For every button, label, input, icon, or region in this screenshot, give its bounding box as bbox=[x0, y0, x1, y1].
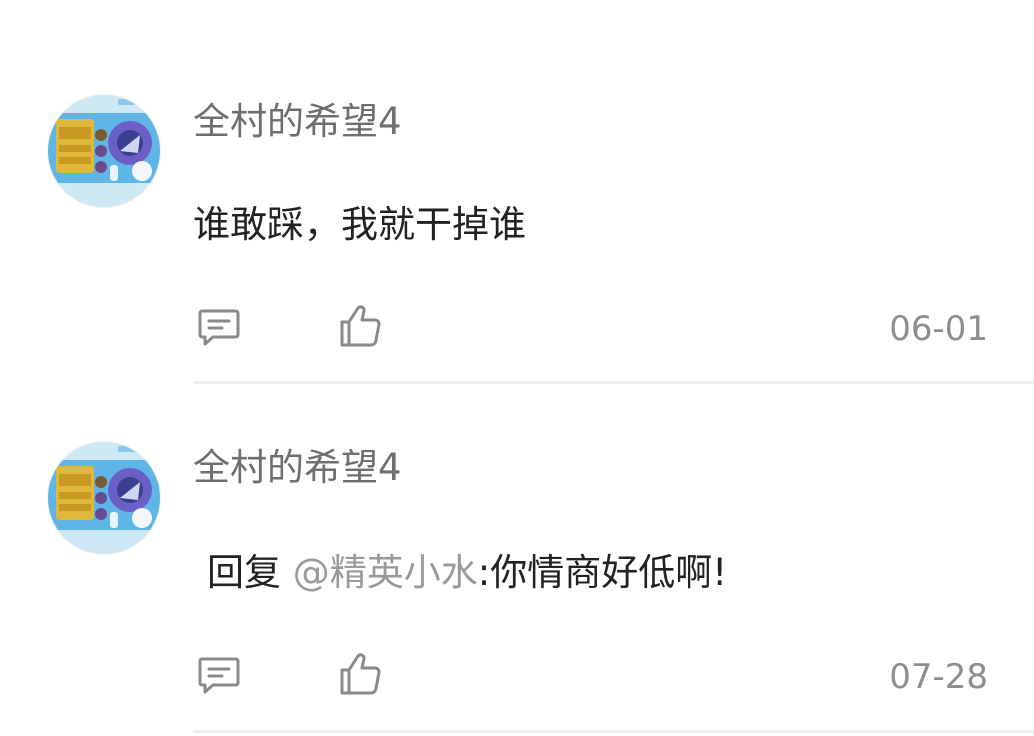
comment-text: 回复 @精英小水:你情商好低啊! bbox=[207, 549, 727, 597]
reply-button[interactable] bbox=[195, 302, 243, 350]
game-screenshot-avatar-icon bbox=[48, 442, 160, 554]
comment-bubble-icon bbox=[198, 309, 240, 346]
thumbs-up-icon bbox=[340, 305, 381, 347]
comment-item: 全村的希望4 回复 @精英小水:你情商好低啊! 07-28 bbox=[0, 384, 1034, 736]
like-button[interactable] bbox=[336, 650, 384, 698]
comment-date: 06-01 bbox=[889, 309, 988, 349]
comment-item: 全村的希望4 谁敢踩，我就干掉谁 06-01 bbox=[0, 0, 1034, 384]
reply-button[interactable] bbox=[195, 650, 243, 698]
divider bbox=[193, 730, 1034, 733]
reply-prefix: 回复 bbox=[207, 551, 281, 594]
username[interactable]: 全村的希望4 bbox=[193, 446, 402, 490]
comment-bubble-icon bbox=[198, 657, 240, 694]
comment-text: 谁敢踩，我就干掉谁 bbox=[193, 203, 526, 246]
avatar[interactable] bbox=[47, 94, 161, 208]
game-screenshot-avatar-icon bbox=[48, 95, 160, 207]
reply-text: :你情商好低啊! bbox=[477, 551, 728, 594]
like-button[interactable] bbox=[336, 302, 384, 350]
mention-link[interactable]: @精英小水 bbox=[293, 551, 478, 594]
comment-date: 07-28 bbox=[889, 657, 988, 697]
thumbs-up-icon bbox=[340, 653, 381, 695]
avatar[interactable] bbox=[47, 441, 161, 555]
username[interactable]: 全村的希望4 bbox=[193, 100, 402, 144]
